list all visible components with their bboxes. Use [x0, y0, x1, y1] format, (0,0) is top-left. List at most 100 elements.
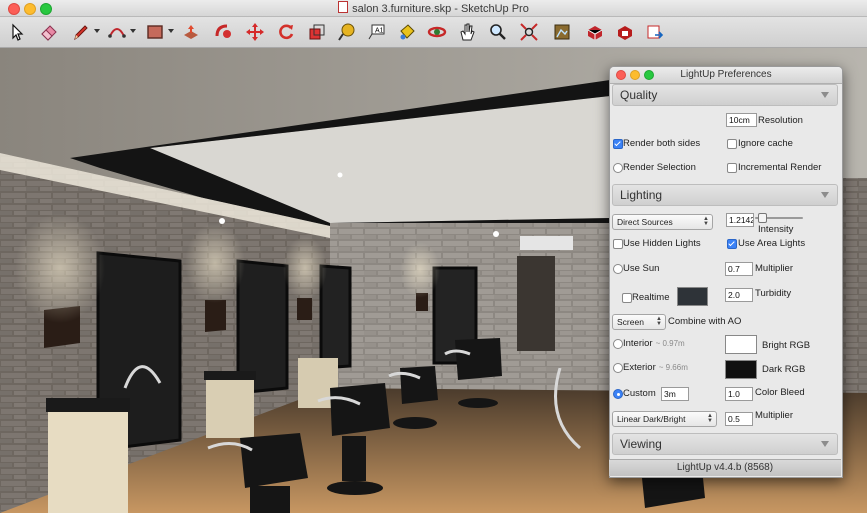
custom-distance-input[interactable]: 3m	[661, 387, 689, 401]
realtime-checkbox[interactable]	[622, 293, 632, 303]
render-selection-radio[interactable]	[613, 163, 623, 173]
main-toolbar: A1	[0, 17, 867, 48]
rotate-icon	[279, 24, 294, 40]
bright-rgb-swatch[interactable]	[725, 335, 757, 354]
collapse-arrow-icon	[821, 192, 829, 198]
zoom-extents-icon	[520, 23, 538, 41]
panel-title: LightUp Preferences	[680, 69, 772, 80]
move-tool-button[interactable]	[244, 21, 266, 43]
svg-text:A1: A1	[375, 28, 384, 35]
color-bleed-input[interactable]: 1.0	[725, 387, 753, 401]
extension-warehouse-tool-button[interactable]	[584, 21, 606, 43]
arc-tool-dropdown[interactable]	[130, 29, 136, 33]
light-source-select[interactable]: Direct Sources ▲ ▼	[612, 214, 713, 230]
document-icon	[338, 1, 349, 13]
orbit-icon	[427, 26, 447, 38]
rectangle-tool-button[interactable]	[144, 21, 166, 43]
sun-multiplier-input[interactable]: 0.7	[725, 262, 753, 276]
ao-ramp-select[interactable]: Linear Dark/Bright ▲ ▼	[612, 411, 717, 427]
turbidity-label: Turbidity	[755, 288, 792, 299]
scale-icon	[309, 24, 325, 40]
pan-tool-button[interactable]	[456, 21, 478, 43]
resolution-label: Resolution	[758, 115, 803, 126]
interior-label: Interior ~ 0.97m	[623, 338, 685, 349]
exterior-hint: ~ 9.66m	[658, 363, 688, 372]
window-title: salon 3.furniture.skp - SketchUp Pro	[352, 3, 529, 15]
rotate-tool-button[interactable]	[275, 21, 297, 43]
scale-tool-button[interactable]	[306, 21, 328, 43]
intensity-slider-knob[interactable]	[758, 213, 768, 223]
custom-label: Custom	[623, 388, 656, 399]
sketchup-store-tool-button[interactable]	[614, 21, 636, 43]
hand-icon	[460, 23, 475, 41]
ignore-cache-checkbox[interactable]	[727, 139, 737, 149]
intensity-label: Intensity	[758, 224, 794, 235]
use-sun-label: Use Sun	[623, 263, 660, 274]
line-tool-dropdown[interactable]	[94, 29, 100, 33]
text-icon: A1	[368, 24, 385, 40]
tape-measure-tool-button[interactable]	[336, 21, 358, 43]
bright-rgb-label: Bright RGB	[762, 340, 811, 351]
light-source-value: Direct Sources	[617, 217, 673, 227]
turbidity-input[interactable]: 2.0	[725, 288, 753, 302]
interior-radio[interactable]	[613, 339, 623, 349]
use-area-lights-checkbox[interactable]	[727, 239, 737, 249]
zoom-extents-tool-button[interactable]	[518, 21, 540, 43]
ignore-cache-label: Ignore cache	[738, 138, 793, 149]
push-pull-tool-button[interactable]	[180, 21, 202, 43]
collapse-arrow-icon	[821, 92, 829, 98]
quality-section-header[interactable]: Quality	[612, 84, 838, 106]
extension-icon	[587, 26, 603, 40]
paint-bucket-icon	[400, 24, 415, 40]
orbit-tool-button[interactable]	[426, 21, 448, 43]
arc-icon	[108, 28, 126, 38]
color-bleed-label: Color Bleed	[755, 387, 805, 398]
lighting-header-label: Lighting	[620, 188, 663, 202]
sun-multiplier-label: Multiplier	[755, 263, 794, 274]
eraser-tool-button[interactable]	[38, 21, 60, 43]
viewing-section-header[interactable]: Viewing	[612, 433, 838, 455]
realtime-color-swatch[interactable]	[677, 287, 708, 306]
stepper-arrows-icon: ▲ ▼	[707, 413, 713, 424]
incremental-render-checkbox[interactable]	[727, 163, 737, 173]
push-pull-icon	[184, 25, 198, 39]
incremental-render-label: Incremental Render	[738, 162, 822, 173]
share-icon	[647, 25, 664, 39]
follow-me-icon	[215, 24, 231, 38]
stepper-arrows-icon: ▲ ▼	[656, 316, 662, 327]
intensity-input[interactable]: 1.2142	[726, 213, 754, 227]
custom-radio[interactable]	[613, 389, 623, 399]
dark-rgb-label: Dark RGB	[762, 364, 806, 375]
use-sun-radio[interactable]	[613, 264, 623, 274]
use-hidden-lights-label: Use Hidden Lights	[623, 238, 701, 249]
line-tool-button[interactable]	[70, 21, 92, 43]
follow-me-tool-button[interactable]	[212, 21, 234, 43]
interior-hint: ~ 0.97m	[655, 339, 685, 348]
exterior-radio[interactable]	[613, 363, 623, 373]
text-tool-button[interactable]: A1	[366, 21, 388, 43]
lighting-section-header[interactable]: Lighting	[612, 184, 838, 206]
store-icon	[618, 26, 632, 40]
warehouse-tool-button[interactable]	[551, 21, 573, 43]
window-titlebar: salon 3.furniture.skp - SketchUp Pro	[0, 0, 867, 17]
pencil-icon	[74, 25, 88, 41]
rectangle-tool-dropdown[interactable]	[168, 29, 174, 33]
render-both-sides-checkbox[interactable]	[613, 139, 623, 149]
move-icon	[246, 23, 264, 41]
viewing-header-label: Viewing	[620, 437, 662, 451]
version-label: LightUp v4.4.b (8568)	[676, 462, 774, 473]
select-tool-button[interactable]	[6, 21, 28, 43]
ao-ramp-value: Linear Dark/Bright	[617, 414, 686, 424]
stepper-arrows-icon: ▲ ▼	[703, 216, 709, 227]
dark-rgb-swatch[interactable]	[725, 360, 757, 379]
use-hidden-lights-checkbox[interactable]	[613, 239, 623, 249]
share-model-tool-button[interactable]	[644, 21, 666, 43]
paint-bucket-tool-button[interactable]	[396, 21, 418, 43]
resolution-input[interactable]: 10cm	[726, 113, 757, 127]
zoom-tool-button[interactable]	[487, 21, 509, 43]
arc-tool-button[interactable]	[106, 21, 128, 43]
ao-mode-select[interactable]: Screen ▲ ▼	[612, 314, 666, 330]
ao-multiplier-input[interactable]: 0.5	[725, 412, 753, 426]
realtime-label: Realtime	[632, 292, 670, 303]
ao-mode-value: Screen	[617, 317, 644, 327]
